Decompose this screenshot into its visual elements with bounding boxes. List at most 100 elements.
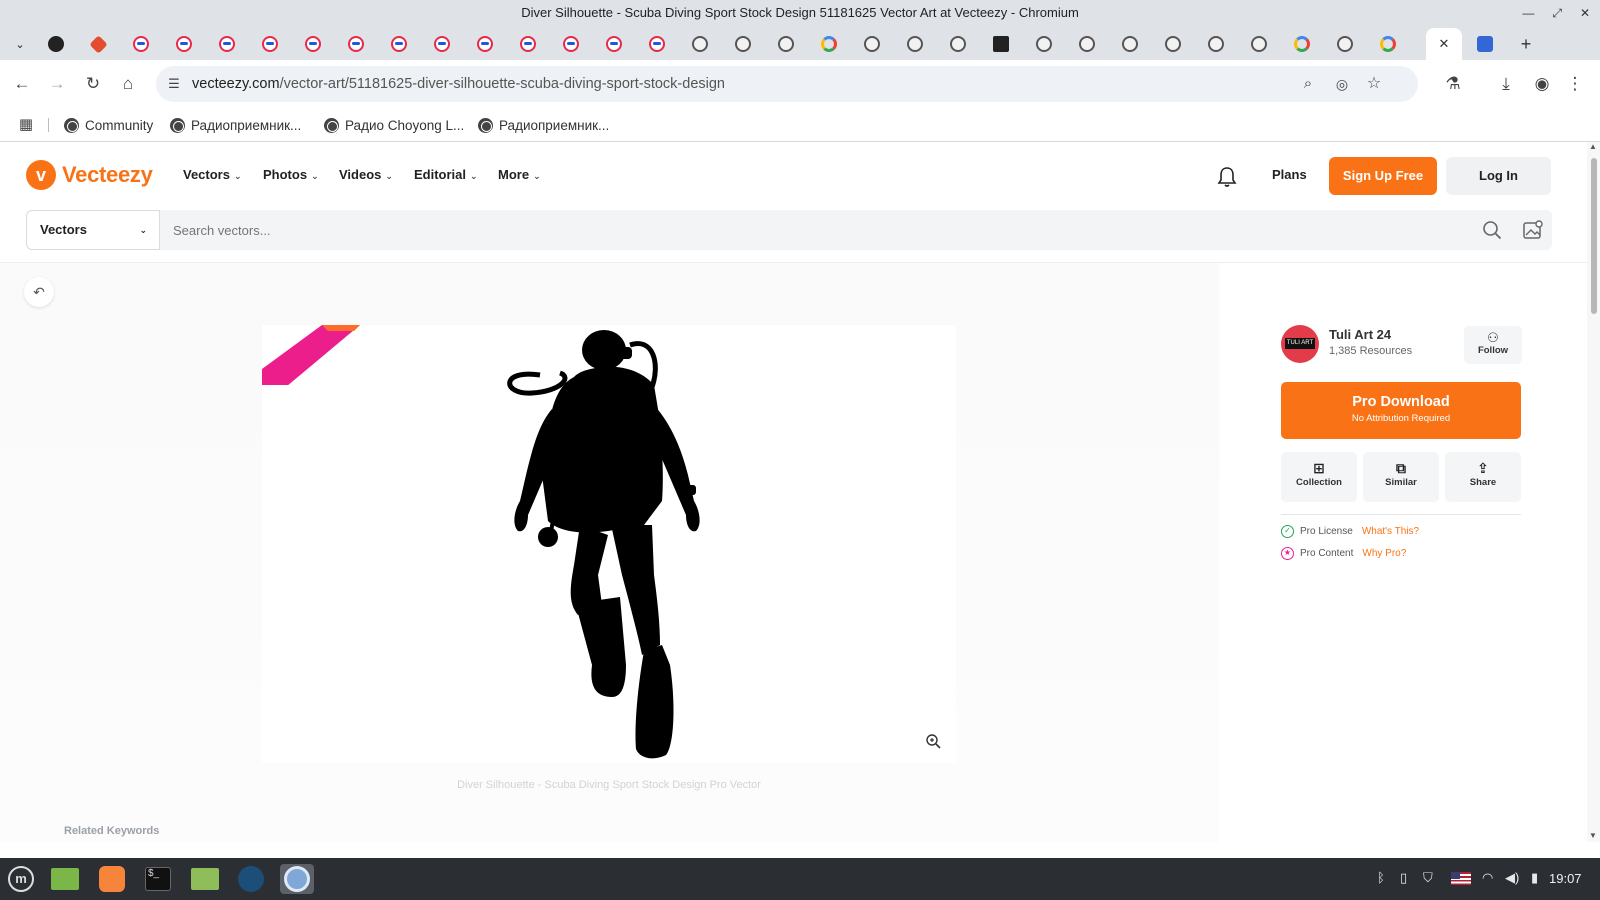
share-button[interactable]: ⇪ Share <box>1445 452 1521 502</box>
tab-radio[interactable] <box>250 31 290 57</box>
why-pro-link[interactable]: Why Pro? <box>1362 548 1406 559</box>
bluetooth-icon[interactable]: ᛒ <box>1377 870 1385 885</box>
back-button[interactable]: ↶ <box>24 277 54 307</box>
tab-github[interactable] <box>36 31 76 57</box>
scroll-down-icon[interactable]: ▼ <box>1589 831 1597 840</box>
files-icon[interactable] <box>48 864 82 894</box>
close-window-icon[interactable]: ✕ <box>1580 0 1590 26</box>
download-icon[interactable]: ⤓ <box>1494 72 1518 96</box>
tab-globe[interactable] <box>1110 31 1150 57</box>
image-search-icon[interactable] <box>1522 219 1544 241</box>
tab-globe[interactable] <box>1325 31 1365 57</box>
reload-icon[interactable]: ↻ <box>81 72 105 96</box>
sign-up-button[interactable]: Sign Up Free <box>1329 157 1437 195</box>
log-in-button[interactable]: Log In <box>1446 157 1551 195</box>
tab-emblem[interactable] <box>981 31 1021 57</box>
vecteezy-logo[interactable]: v Vecteezy <box>26 160 153 190</box>
tab-globe[interactable] <box>1196 31 1236 57</box>
folder-icon[interactable] <box>188 864 222 894</box>
collection-button[interactable]: ⊞ Collection <box>1281 452 1357 502</box>
home-icon[interactable]: ⌂ <box>116 72 140 96</box>
zoom-icon[interactable]: ⌕ <box>1296 72 1320 96</box>
notification-bell-icon[interactable] <box>1217 166 1237 188</box>
eye-slash-icon[interactable]: ◎ <box>1330 72 1354 96</box>
chromium-icon[interactable] <box>280 864 314 894</box>
search-icon[interactable] <box>1482 220 1502 240</box>
plans-link[interactable]: Plans <box>1272 167 1307 182</box>
tab-globe[interactable] <box>766 31 806 57</box>
tab-docs[interactable] <box>1465 31 1505 57</box>
tab-globe[interactable] <box>895 31 935 57</box>
tab-radio[interactable] <box>164 31 204 57</box>
tab-google[interactable] <box>1282 31 1322 57</box>
star-icon[interactable]: ☆ <box>1362 72 1386 96</box>
tab-radio[interactable] <box>293 31 333 57</box>
labs-flask-icon[interactable]: ⚗ <box>1441 72 1465 96</box>
tab-radio[interactable] <box>637 31 677 57</box>
tab-globe[interactable] <box>1239 31 1279 57</box>
keyboard-layout-us-flag-icon[interactable] <box>1451 872 1471 885</box>
whats-this-link[interactable]: What's This? <box>1362 526 1419 537</box>
tab-list-button[interactable]: ⌄ <box>0 31 40 57</box>
search-category-select[interactable]: Vectors ⌄ <box>26 210 160 250</box>
minimize-icon[interactable]: — <box>1522 0 1534 26</box>
nav-photos[interactable]: Photos ⌄ <box>263 167 319 182</box>
page-scrollbar[interactable]: ▲ ▼ <box>1587 142 1600 842</box>
search-input[interactable] <box>160 210 1552 250</box>
clipboard-icon[interactable]: ▯ <box>1400 870 1407 886</box>
url-text[interactable]: vecteezy.com/vector-art/51181625-diver-s… <box>192 66 725 102</box>
maximize-icon[interactable]: ⤢ <box>1552 0 1562 26</box>
nav-more[interactable]: More ⌄ <box>498 167 541 182</box>
battery-icon[interactable]: ▮ <box>1531 870 1538 886</box>
terminal-icon[interactable]: $_ <box>141 864 175 894</box>
tab-google[interactable] <box>809 31 849 57</box>
address-bar[interactable]: ☰ vecteezy.com/vector-art/51181625-diver… <box>156 66 1418 102</box>
scroll-up-icon[interactable]: ▲ <box>1589 142 1597 151</box>
tab-radio[interactable] <box>465 31 505 57</box>
tab-google[interactable] <box>1368 31 1408 57</box>
author-name[interactable]: Tuli Art 24 <box>1329 327 1391 342</box>
tab-git[interactable] <box>78 31 118 57</box>
tab-globe[interactable] <box>938 31 978 57</box>
firefox-icon[interactable] <box>95 864 129 894</box>
site-info-icon[interactable]: ☰ <box>162 72 186 96</box>
tab-globe[interactable] <box>1067 31 1107 57</box>
tab-radio[interactable] <box>207 31 247 57</box>
zoom-in-icon[interactable] <box>925 733 941 749</box>
pro-download-button[interactable]: Pro Download No Attribution Required <box>1281 382 1521 439</box>
tab-globe[interactable] <box>723 31 763 57</box>
menu-dots-icon[interactable]: ⋮ <box>1563 72 1587 96</box>
tab-active[interactable]: ✕ <box>1426 28 1462 60</box>
tab-radio[interactable] <box>121 31 161 57</box>
tab-radio[interactable] <box>422 31 462 57</box>
steam-icon[interactable] <box>234 864 268 894</box>
follow-button[interactable]: ⚇ Follow <box>1464 326 1522 364</box>
profile-icon[interactable]: ◉ <box>1530 72 1554 96</box>
bookmark-item[interactable]: Community <box>64 115 153 135</box>
tab-radio[interactable] <box>551 31 591 57</box>
apps-grid-icon[interactable]: ▦ <box>14 113 38 137</box>
tab-globe[interactable] <box>1153 31 1193 57</box>
volume-icon[interactable]: ◀) <box>1505 870 1519 886</box>
bookmark-item[interactable]: Радиоприемник... <box>478 115 609 135</box>
nav-vectors[interactable]: Vectors ⌄ <box>183 167 242 182</box>
close-tab-icon[interactable]: ✕ <box>1439 36 1450 52</box>
tab-radio[interactable] <box>336 31 376 57</box>
back-arrow-icon[interactable]: ← <box>10 72 34 96</box>
wifi-icon[interactable]: ◠ <box>1482 870 1493 886</box>
tab-globe[interactable] <box>680 31 720 57</box>
bookmark-item[interactable]: Радио Choyong L... <box>324 115 464 135</box>
new-tab-button[interactable]: + <box>1506 31 1546 57</box>
tab-globe[interactable] <box>852 31 892 57</box>
tab-radio[interactable] <box>508 31 548 57</box>
shield-icon[interactable]: ⛉ <box>1423 870 1433 886</box>
avatar[interactable]: TULI ART <box>1281 325 1319 363</box>
tab-globe[interactable] <box>1024 31 1064 57</box>
tab-radio[interactable] <box>594 31 634 57</box>
taskbar-clock[interactable]: 19:07 <box>1549 871 1582 886</box>
nav-editorial[interactable]: Editorial ⌄ <box>414 167 478 182</box>
forward-arrow-icon[interactable]: → <box>45 72 69 96</box>
nav-videos[interactable]: Videos ⌄ <box>339 167 393 182</box>
similar-button[interactable]: ⧉ Similar <box>1363 452 1439 502</box>
asset-image[interactable]: Pro <box>262 325 956 763</box>
